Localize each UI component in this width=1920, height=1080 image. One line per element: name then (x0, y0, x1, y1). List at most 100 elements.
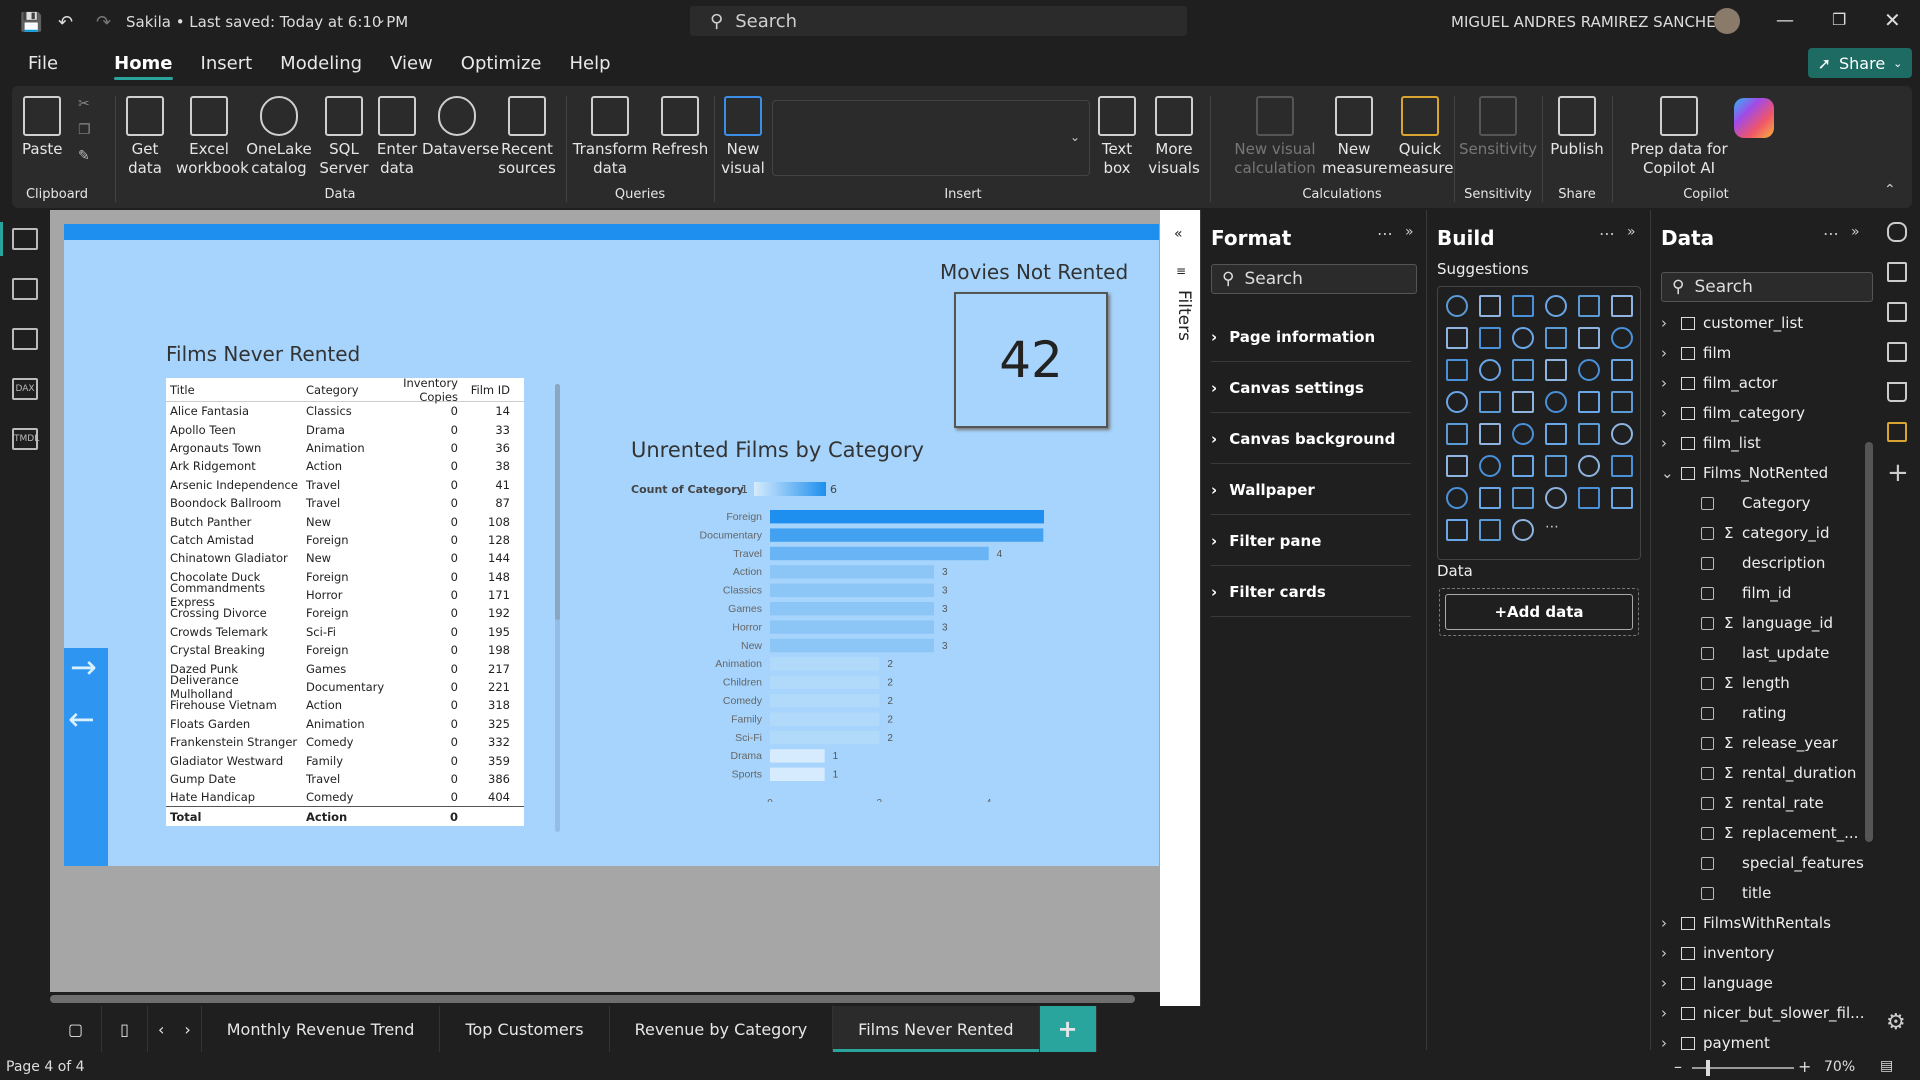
field-item[interactable]: description (1701, 548, 1825, 578)
global-search[interactable]: ⚲ Search (690, 6, 1187, 36)
visual-type-icon[interactable] (1479, 391, 1501, 413)
table-item[interactable]: › payment (1661, 1028, 1770, 1058)
visual-type-icon[interactable] (1545, 391, 1567, 413)
add-data-button[interactable]: +Add data (1445, 594, 1633, 630)
properties-pane-icon[interactable] (1887, 342, 1907, 362)
field-item[interactable]: Σrental_duration (1701, 758, 1856, 788)
visual-type-icon[interactable] (1611, 391, 1633, 413)
onelake-catalog-button[interactable]: OneLake catalog (246, 96, 312, 178)
table-item[interactable]: › nicer_but_slower_fil... (1661, 998, 1864, 1028)
field-item[interactable]: Category (1701, 488, 1811, 518)
bar[interactable] (770, 657, 880, 671)
field-checkbox[interactable] (1701, 706, 1714, 720)
excel-workbook-button[interactable]: Excel workbook (176, 96, 249, 178)
table-row[interactable]: Apollo Teen Drama 0 33 (166, 420, 524, 438)
table-item[interactable]: › customer_list (1661, 308, 1803, 338)
field-checkbox[interactable] (1701, 856, 1714, 870)
add-page-button[interactable]: + (1039, 1006, 1097, 1052)
header-film-id[interactable]: Film ID (466, 383, 516, 397)
table-row[interactable]: Hate Handicap Comedy 0 404 (166, 788, 524, 806)
bar[interactable] (770, 510, 1044, 524)
next-tab-icon[interactable]: › (174, 1006, 202, 1052)
field-item[interactable]: Σlanguage_id (1701, 608, 1833, 638)
menu-insert[interactable]: Insert (187, 44, 267, 82)
visual-type-icon[interactable] (1479, 327, 1501, 349)
avatar[interactable] (1714, 8, 1740, 34)
visual-type-icon[interactable] (1578, 455, 1600, 477)
visual-type-icon[interactable] (1578, 391, 1600, 413)
tmdl-view-icon[interactable]: TMDL (12, 428, 39, 450)
copilot-icon[interactable] (1734, 98, 1774, 138)
bar[interactable] (770, 583, 934, 597)
table-row[interactable]: Chinatown Gladiator New 0 144 (166, 549, 524, 567)
user-name[interactable]: MIGUEL ANDRES RAMIREZ SANCHEZ (1451, 13, 1726, 31)
format-pane-icon[interactable] (1887, 302, 1907, 322)
filters-pane-collapsed[interactable]: « ≡ Filters (1160, 210, 1200, 1006)
expand-filters-icon[interactable]: « (1174, 226, 1183, 242)
refresh-button[interactable]: Refresh (650, 96, 710, 159)
mobile-layout-icon[interactable]: ▯ (102, 1006, 148, 1052)
zoom-level[interactable]: 70% (1824, 1059, 1855, 1075)
field-item[interactable]: rating (1701, 698, 1786, 728)
dax-query-view-icon[interactable]: DAX (12, 378, 38, 400)
field-checkbox[interactable] (1701, 826, 1714, 840)
field-item[interactable]: Σreplacement_... (1701, 818, 1858, 848)
transform-data-button[interactable]: Transform data (570, 96, 650, 178)
copy-icon[interactable]: ❐ (78, 122, 91, 138)
visual-type-icon[interactable] (1512, 391, 1534, 413)
format-page-information[interactable]: › Page information (1211, 312, 1411, 362)
report-view-icon[interactable] (12, 228, 38, 250)
table-row[interactable]: Gladiator Westward Family 0 359 (166, 751, 524, 769)
canvas-scrollbar-thumb[interactable] (50, 995, 1135, 1003)
dataverse-button[interactable]: Dataverse (422, 96, 499, 159)
field-checkbox[interactable] (1701, 796, 1714, 810)
desktop-layout-icon[interactable]: ▢ (50, 1006, 103, 1052)
field-checkbox[interactable] (1701, 736, 1714, 750)
format-canvas-settings[interactable]: › Canvas settings (1211, 363, 1411, 413)
build-more-options-icon[interactable]: ⋯ (1599, 224, 1615, 243)
quick-measure-button[interactable]: Quick measure (1388, 96, 1453, 178)
menu-home[interactable]: Home (100, 44, 186, 82)
menu-file[interactable]: File (14, 44, 72, 82)
bar[interactable] (770, 675, 880, 689)
visual-type-icon[interactable] (1545, 455, 1567, 477)
menu-help[interactable]: Help (556, 44, 625, 82)
more-visuals-icon[interactable]: ⋯ (1545, 519, 1567, 541)
table-row[interactable]: Floats Garden Animation 0 325 (166, 715, 524, 733)
sensitivity-button[interactable]: Sensitivity (1458, 96, 1538, 159)
field-checkbox[interactable] (1701, 496, 1714, 510)
fit-to-page-icon[interactable]: ▤ (1880, 1058, 1893, 1074)
bar[interactable] (770, 565, 934, 579)
header-title[interactable]: Title (166, 383, 302, 397)
table-row[interactable]: Boondock Ballroom Travel 0 87 (166, 494, 524, 512)
table-item[interactable]: ⌄ Films_NotRented (1661, 458, 1828, 488)
visual-type-icon[interactable] (1512, 295, 1534, 317)
more-visuals-button[interactable]: More visuals (1144, 96, 1204, 178)
visual-type-icon[interactable] (1512, 487, 1534, 509)
table-scrollbar[interactable] (555, 384, 560, 832)
recent-sources-button[interactable]: Recent sources (494, 96, 560, 178)
visual-type-icon[interactable] (1578, 295, 1600, 317)
visual-type-icon[interactable] (1512, 359, 1534, 381)
prep-data-copilot-button[interactable]: Prep data for Copilot AI (1616, 96, 1742, 178)
visual-type-icon[interactable] (1578, 359, 1600, 381)
table-row[interactable]: Ark Ridgemont Action 0 38 (166, 457, 524, 475)
table-item[interactable]: › language (1661, 968, 1773, 998)
visual-type-icon[interactable] (1479, 455, 1501, 477)
visual-type-icon[interactable] (1479, 295, 1501, 317)
text-box-button[interactable]: Text box (1092, 96, 1142, 178)
field-item[interactable]: Σrental_rate (1701, 788, 1824, 818)
tab-revenue-by-category[interactable]: Revenue by Category (610, 1006, 834, 1052)
visual-type-icon[interactable] (1545, 359, 1567, 381)
menu-optimize[interactable]: Optimize (447, 44, 556, 82)
table-item[interactable]: › film (1661, 338, 1731, 368)
bookmarks-icon[interactable] (1887, 382, 1907, 402)
header-inventory-copies[interactable]: Inventory Copies (382, 376, 466, 404)
canvas-horizontal-scrollbar[interactable] (50, 992, 1160, 1006)
visual-type-icon[interactable] (1479, 487, 1501, 509)
visual-type-icon[interactable] (1446, 455, 1468, 477)
visual-type-icon[interactable] (1611, 327, 1633, 349)
visual-type-icon[interactable] (1446, 423, 1468, 445)
visual-type-icon[interactable] (1512, 519, 1534, 541)
field-item[interactable]: Σlength (1701, 668, 1790, 698)
